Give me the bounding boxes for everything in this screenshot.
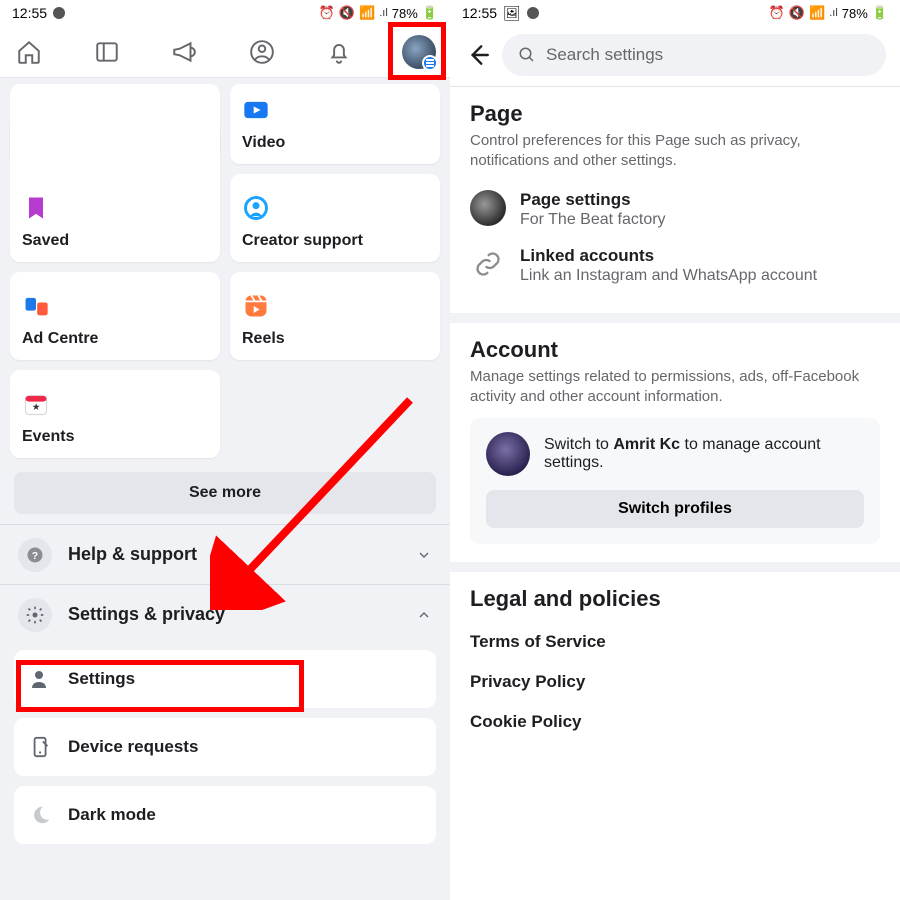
search-settings-input[interactable]: Search settings	[502, 34, 886, 76]
bookmark-icon	[22, 194, 50, 222]
page-desc: Control preferences for this Page such a…	[470, 131, 880, 172]
battery-icon: 🔋	[422, 5, 438, 21]
account-desc: Manage settings related to permissions, …	[470, 367, 880, 408]
page-settings-row[interactable]: Page settings For The Beat factory	[470, 182, 880, 239]
linked-accounts-row[interactable]: Linked accounts Link an Instagram and Wh…	[470, 238, 880, 295]
top-nav	[0, 26, 450, 78]
battery-icon: 🔋	[872, 5, 888, 21]
section-page: Page Control preferences for this Page s…	[450, 87, 900, 323]
events-icon: ★	[22, 390, 50, 418]
image-icon: 🖼	[503, 5, 521, 22]
card-video[interactable]: Video	[230, 84, 440, 164]
dark-mode-item[interactable]: Dark mode	[14, 786, 436, 844]
app-dot-icon	[53, 7, 65, 19]
page-settings-sub: For The Beat factory	[520, 210, 666, 231]
chevron-down-icon	[416, 547, 432, 563]
card-ad-centre[interactable]: Ad Centre	[10, 272, 220, 360]
page-heading: Page	[470, 101, 880, 127]
link-icon	[470, 246, 506, 282]
card-reels-label: Reels	[242, 330, 428, 348]
legal-terms[interactable]: Terms of Service	[470, 622, 880, 662]
status-bar-right: 12:55 🖼 ⏰ 🔇 📶 .ıl 78% 🔋	[450, 0, 900, 26]
switch-avatar	[486, 432, 530, 476]
card-saved[interactable]: Saved	[10, 118, 220, 262]
settings-label: Settings	[68, 669, 135, 689]
dark-mode-label: Dark mode	[68, 805, 156, 825]
status-time: 12:55	[12, 5, 47, 21]
wifi-icon: 📶	[809, 5, 825, 21]
help-icon: ?	[18, 538, 52, 572]
signal-icon: .ıl	[829, 7, 838, 19]
svg-text:★: ★	[32, 402, 40, 412]
app-dot-icon-right	[527, 7, 539, 19]
card-events[interactable]: ★ Events	[10, 370, 220, 458]
signal-icon: .ıl	[379, 7, 388, 19]
page-avatar-icon	[470, 190, 506, 226]
settings-privacy-row[interactable]: Settings & privacy	[0, 584, 450, 644]
search-icon	[518, 46, 536, 64]
section-legal: Legal and policies Terms of Service Priv…	[450, 572, 900, 760]
chevron-up-icon	[416, 607, 432, 623]
reels-icon	[242, 292, 270, 320]
wifi-icon: 📶	[359, 5, 375, 21]
mute-icon: 🔇	[339, 5, 355, 21]
legal-heading: Legal and policies	[470, 586, 880, 612]
megaphone-icon[interactable]	[169, 37, 199, 67]
switch-text: Switch to Amrit Kc to manage account set…	[544, 436, 864, 472]
mute-icon: 🔇	[789, 5, 805, 21]
alarm-icon: ⏰	[319, 5, 335, 21]
video-icon	[242, 96, 270, 124]
person-gear-icon	[28, 666, 54, 692]
svg-text:?: ?	[32, 549, 38, 561]
device-requests-label: Device requests	[68, 737, 198, 757]
back-button[interactable]	[464, 41, 492, 69]
card-ad-centre-label: Ad Centre	[22, 330, 208, 348]
legal-privacy[interactable]: Privacy Policy	[470, 662, 880, 702]
switch-profiles-button[interactable]: Switch profiles	[486, 490, 864, 528]
battery-percent: 78%	[392, 6, 418, 21]
card-creator-support-label: Creator support	[242, 232, 428, 250]
section-account: Account Manage settings related to permi…	[450, 323, 900, 572]
card-saved-label: Saved	[22, 232, 208, 250]
settings-privacy-label: Settings & privacy	[68, 604, 225, 625]
ad-centre-icon	[22, 292, 50, 320]
device-icon	[28, 734, 54, 760]
pages-icon[interactable]	[92, 37, 122, 67]
card-events-label: Events	[22, 428, 208, 446]
support-icon	[242, 194, 270, 222]
see-more-button[interactable]: See more	[14, 472, 436, 514]
help-support-label: Help & support	[68, 544, 197, 565]
linked-accounts-sub: Link an Instagram and WhatsApp account	[520, 266, 817, 287]
device-requests-item[interactable]: Device requests	[14, 718, 436, 776]
help-support-row[interactable]: ? Help & support	[0, 524, 450, 584]
hamburger-badge-icon	[422, 55, 438, 71]
moon-icon	[28, 802, 54, 828]
status-time-right: 12:55	[462, 5, 497, 21]
bell-icon[interactable]	[324, 37, 354, 67]
card-creator-support[interactable]: Creator support	[230, 174, 440, 262]
card-video-label: Video	[242, 134, 428, 152]
account-heading: Account	[470, 337, 880, 363]
switch-profile-card: Switch to Amrit Kc to manage account set…	[470, 418, 880, 544]
alarm-icon: ⏰	[769, 5, 785, 21]
battery-percent-right: 78%	[842, 6, 868, 21]
linked-accounts-title: Linked accounts	[520, 246, 817, 266]
card-reels[interactable]: Reels	[230, 272, 440, 360]
settings-item[interactable]: Settings	[14, 650, 436, 708]
menu-avatar[interactable]	[402, 35, 436, 69]
gear-icon	[18, 598, 52, 632]
search-placeholder: Search settings	[546, 45, 663, 65]
page-settings-title: Page settings	[520, 190, 666, 210]
profile-icon[interactable]	[247, 37, 277, 67]
home-icon[interactable]	[14, 37, 44, 67]
status-bar: 12:55 ⏰ 🔇 📶 .ıl 78% 🔋	[0, 0, 450, 26]
legal-cookie[interactable]: Cookie Policy	[470, 702, 880, 742]
